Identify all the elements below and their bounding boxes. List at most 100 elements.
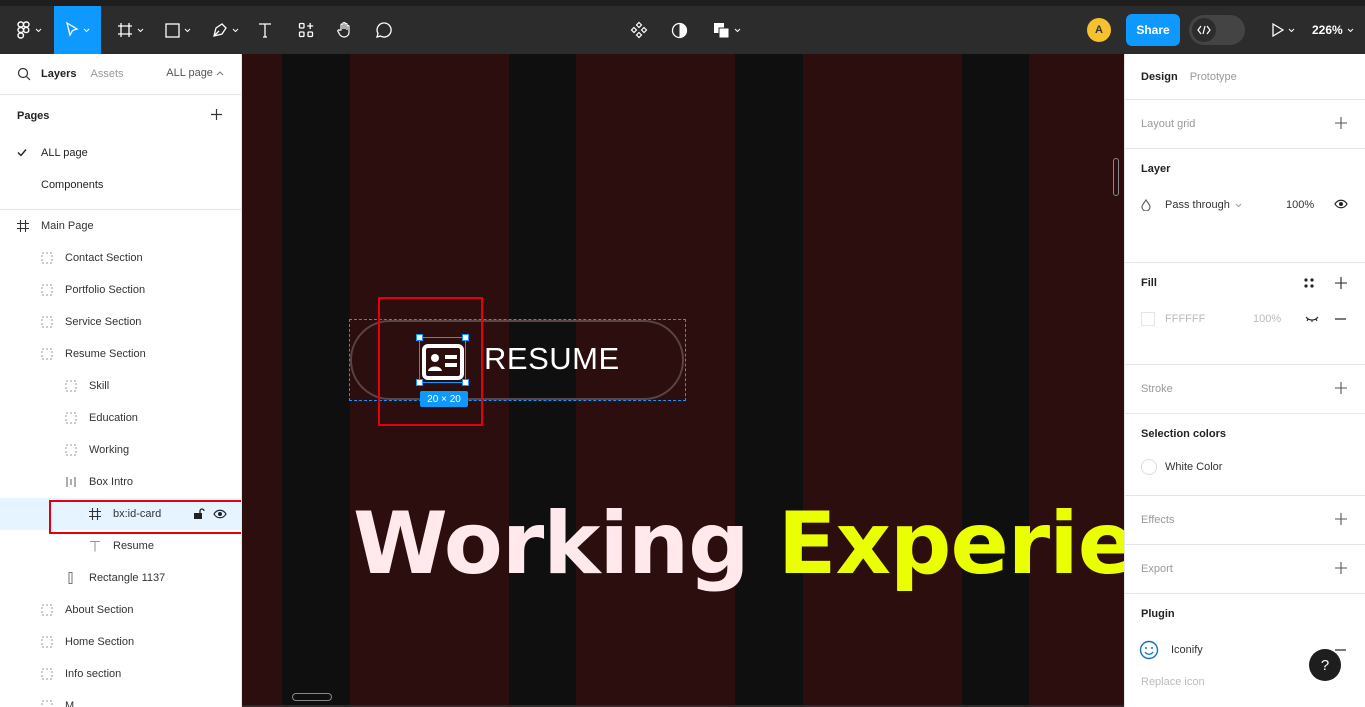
comment-tool-button[interactable]	[373, 6, 395, 54]
chevron-down-icon	[232, 28, 238, 32]
plus-icon[interactable]	[1335, 513, 1347, 525]
share-button[interactable]: Share	[1126, 14, 1180, 46]
unlock-icon[interactable]	[193, 508, 205, 520]
chevron-down-icon	[35, 28, 41, 32]
layer-label: M...	[65, 700, 84, 707]
minus-icon[interactable]	[1335, 318, 1346, 320]
color-swatch[interactable]	[1141, 459, 1157, 475]
tab-assets[interactable]: Assets	[90, 68, 123, 80]
plus-icon[interactable]	[1335, 382, 1347, 394]
layer-item[interactable]: About Section	[0, 594, 241, 626]
chevron-down-icon	[83, 28, 90, 32]
layer-item[interactable]: bx:id-card	[0, 498, 241, 530]
tab-layers[interactable]: Layers	[41, 68, 76, 80]
resources-button[interactable]	[296, 6, 316, 54]
layer-item[interactable]: Main Page	[0, 210, 241, 242]
layer-item[interactable]: Portfolio Section	[0, 274, 241, 306]
eye-icon[interactable]	[1334, 199, 1348, 209]
layer-item[interactable]: M...	[0, 690, 241, 707]
text-icon	[89, 540, 101, 552]
layer-item[interactable]: Info section	[0, 658, 241, 690]
pen-icon	[212, 23, 227, 37]
chevron-down-icon	[1288, 28, 1295, 32]
horizontal-scrollbar[interactable]	[292, 693, 332, 701]
plus-icon[interactable]	[1335, 277, 1347, 289]
layer-label: Skill	[89, 380, 110, 392]
plugin-title: Plugin	[1141, 608, 1175, 620]
page-selector[interactable]: ALL page	[166, 67, 224, 79]
text-tool-button[interactable]	[254, 6, 276, 54]
layer-opacity-input[interactable]: 100%	[1286, 199, 1314, 211]
layer-section: Layer Pass through 100%	[1125, 149, 1365, 263]
fill-row: FFFFFF 100%	[1141, 303, 1365, 335]
canvas[interactable]: 20 × 20 RESUME Working Experien	[242, 54, 1124, 705]
section-icon	[41, 700, 53, 707]
layer-item[interactable]: Skill	[0, 370, 241, 402]
layer-label: Contact Section	[65, 252, 143, 264]
boolean-button[interactable]	[710, 6, 744, 54]
layer-item[interactable]: Box Intro	[0, 466, 241, 498]
dev-mode-toggle[interactable]	[1189, 15, 1245, 45]
layer-item[interactable]: Home Section	[0, 626, 241, 658]
present-button[interactable]	[1266, 6, 1300, 54]
section-icon	[65, 380, 77, 392]
layer-item[interactable]: Working	[0, 434, 241, 466]
working-experience-heading[interactable]: Working Experien	[353, 494, 1124, 594]
plus-icon[interactable]	[210, 108, 223, 121]
layer-item[interactable]: Rectangle 1137	[0, 562, 241, 594]
section-icon	[65, 412, 77, 424]
section-icon	[41, 252, 53, 264]
layout-grid-title: Layout grid	[1141, 118, 1196, 130]
eye-closed-icon[interactable]	[1305, 315, 1319, 323]
main-menu-button[interactable]	[12, 6, 46, 54]
layer-item[interactable]: Contact Section	[0, 242, 241, 274]
layer-label: Box Intro	[89, 476, 134, 488]
chevron-down-icon	[1235, 203, 1242, 207]
zoom-dropdown[interactable]: 226%	[1312, 6, 1354, 54]
layer-item[interactable]: Resume Section	[0, 338, 241, 370]
search-icon[interactable]	[17, 67, 31, 81]
resume-text[interactable]: RESUME	[484, 341, 620, 377]
layer-item[interactable]: Resume	[0, 530, 241, 562]
layer-item[interactable]: Service Section	[0, 306, 241, 338]
tab-design[interactable]: Design	[1141, 71, 1178, 83]
pen-tool-button[interactable]	[207, 6, 243, 54]
section-icon	[41, 604, 53, 616]
component-button[interactable]	[628, 6, 650, 54]
selection-color-row[interactable]: White Color	[1141, 454, 1365, 480]
plus-icon[interactable]	[1335, 117, 1347, 129]
fill-opacity-input[interactable]: 100%	[1253, 313, 1281, 325]
layer-label: Rectangle 1137	[89, 572, 166, 584]
help-button[interactable]: ?	[1309, 649, 1341, 681]
fill-hex-input[interactable]: FFFFFF	[1165, 313, 1205, 325]
rectangle-icon	[165, 22, 180, 38]
frame-icon	[89, 508, 101, 520]
frame-icon	[17, 220, 29, 232]
shape-tool-button[interactable]	[160, 6, 196, 54]
fill-swatch[interactable]	[1141, 312, 1155, 326]
page-item-all-page[interactable]: ALL page	[0, 137, 241, 169]
mask-button[interactable]	[668, 6, 690, 54]
blend-mode-select[interactable]: Pass through	[1165, 199, 1230, 211]
heading-word-working: Working	[353, 494, 750, 594]
left-panel-tabs: Layers Assets ALL page	[0, 54, 241, 94]
fill-section: Fill FFFFFF 100%	[1125, 263, 1365, 365]
chevron-up-icon	[216, 71, 224, 76]
layer-label: Main Page	[41, 220, 94, 232]
plus-icon[interactable]	[1335, 562, 1347, 574]
selection-color-name: White Color	[1165, 461, 1223, 473]
layer-label: Resume Section	[65, 348, 146, 360]
style-grid-icon[interactable]	[1303, 277, 1315, 289]
tab-prototype[interactable]: Prototype	[1190, 71, 1237, 83]
avatar[interactable]: A	[1087, 18, 1111, 42]
minus-icon[interactable]	[1335, 649, 1346, 651]
frame-tool-button[interactable]	[112, 6, 148, 54]
section-icon	[41, 668, 53, 680]
hand-tool-button[interactable]	[334, 6, 356, 54]
move-tool-button[interactable]	[54, 6, 101, 54]
page-item-components[interactable]: Components	[0, 169, 241, 201]
eye-icon[interactable]	[213, 508, 227, 520]
chevron-down-icon	[1347, 28, 1354, 32]
layer-item[interactable]: Education	[0, 402, 241, 434]
vertical-scrollbar[interactable]	[1113, 158, 1119, 196]
